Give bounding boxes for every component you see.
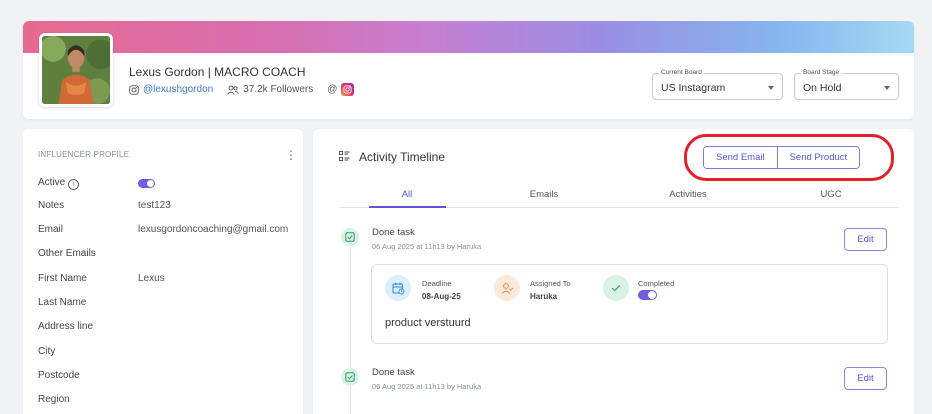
assigned-to-label: Assigned To [530, 279, 571, 288]
current-board-select[interactable]: Current Board US Instagram [652, 69, 783, 100]
completed-label: Completed [638, 279, 675, 288]
active-label: Active i [38, 177, 80, 190]
postcode-label: Postcode [38, 370, 80, 381]
avatar [39, 33, 113, 107]
activity-timeline-title: Activity Timeline [359, 150, 446, 164]
tab-emails[interactable]: Emails [530, 189, 559, 200]
followers-count: 37.2k Followers [243, 84, 314, 95]
active-tab-indicator [369, 206, 446, 208]
chevron-down-icon [768, 86, 774, 90]
instagram-handle-link[interactable]: @lexushgordon [143, 84, 213, 95]
region-label: Region [38, 394, 70, 405]
profile-banner [23, 21, 914, 53]
current-board-value: US Instagram [661, 82, 726, 94]
last-name-label: Last Name [38, 297, 87, 308]
email-label: Email [38, 224, 64, 235]
assigned-to-value: Haruka [530, 292, 558, 301]
task-check-icon [341, 368, 359, 386]
task-note: product verstuurd [385, 317, 471, 329]
board-stage-label: Board Stage [801, 69, 842, 76]
current-board-label: Current Board [659, 69, 704, 76]
highlight-annotation-ring [684, 134, 894, 181]
activity-timeline-panel: Activity Timeline Send Email Send Produc… [313, 129, 914, 414]
profile-header: Lexus Gordon | MACRO COACH @lexushgordon… [23, 21, 914, 119]
edit-button[interactable]: Edit [844, 367, 887, 390]
event-date: 06 Aug 2025 at 11h13 by Haruka [372, 382, 482, 391]
notes-value[interactable]: test123 [138, 200, 171, 211]
deadline-label: Deadline [422, 279, 452, 288]
city-label: City [38, 346, 56, 357]
influencer-profile-panel: INFLUENCER PROFILE ⋮ Active i Notes test1… [23, 129, 303, 414]
tab-all[interactable]: All [402, 189, 413, 200]
timeline-list-icon [339, 151, 350, 161]
kebab-menu-icon[interactable]: ⋮ [285, 149, 297, 161]
check-icon [603, 275, 629, 301]
active-label-text: Active [38, 177, 66, 188]
influencer-name: Lexus Gordon | MACRO COACH [129, 65, 306, 79]
info-icon[interactable]: i [68, 179, 80, 190]
user-assigned-icon [494, 275, 520, 301]
board-stage-select[interactable]: Board Stage On Hold [794, 69, 899, 100]
page: Lexus Gordon | MACRO COACH @lexushgordon… [0, 0, 932, 414]
edit-button[interactable]: Edit [844, 228, 887, 251]
timeline-line [350, 247, 351, 414]
instagram-icon[interactable] [341, 83, 355, 96]
calendar-icon [385, 275, 411, 301]
notes-label: Notes [38, 200, 65, 211]
profile-section-title: INFLUENCER PROFILE [38, 150, 130, 159]
timeline-tabs: All Emails Activities UGC [339, 182, 899, 208]
followers-icon [227, 85, 239, 95]
active-toggle[interactable] [138, 179, 155, 188]
task-details-card: Deadline 08-Aug-25 Assigned To Haruka Co… [371, 264, 888, 344]
task-check-icon [341, 228, 359, 246]
address-line-label: Address line [38, 321, 94, 332]
first-name-value[interactable]: Lexus [138, 273, 165, 284]
instagram-outline-icon [129, 84, 139, 95]
event-title: Done task [372, 367, 415, 378]
social-meta: @lexushgordon 37.2k Followers @ [129, 83, 355, 96]
tab-activities[interactable]: Activities [669, 189, 706, 200]
event-date: 06 Aug 2025 at 11h13 by Haruka [372, 242, 482, 251]
other-emails-label: Other Emails [38, 248, 96, 259]
deadline-value: 08-Aug-25 [422, 292, 461, 301]
board-stage-value: On Hold [803, 82, 842, 94]
event-title: Done task [372, 227, 415, 238]
at-symbol: @ [327, 84, 338, 95]
completed-toggle[interactable] [638, 290, 657, 300]
chevron-down-icon [884, 86, 890, 90]
email-value[interactable]: lexusgordoncoaching@gmail.com [138, 224, 288, 235]
first-name-label: First Name [38, 273, 87, 284]
tab-ugc[interactable]: UGC [820, 189, 841, 200]
